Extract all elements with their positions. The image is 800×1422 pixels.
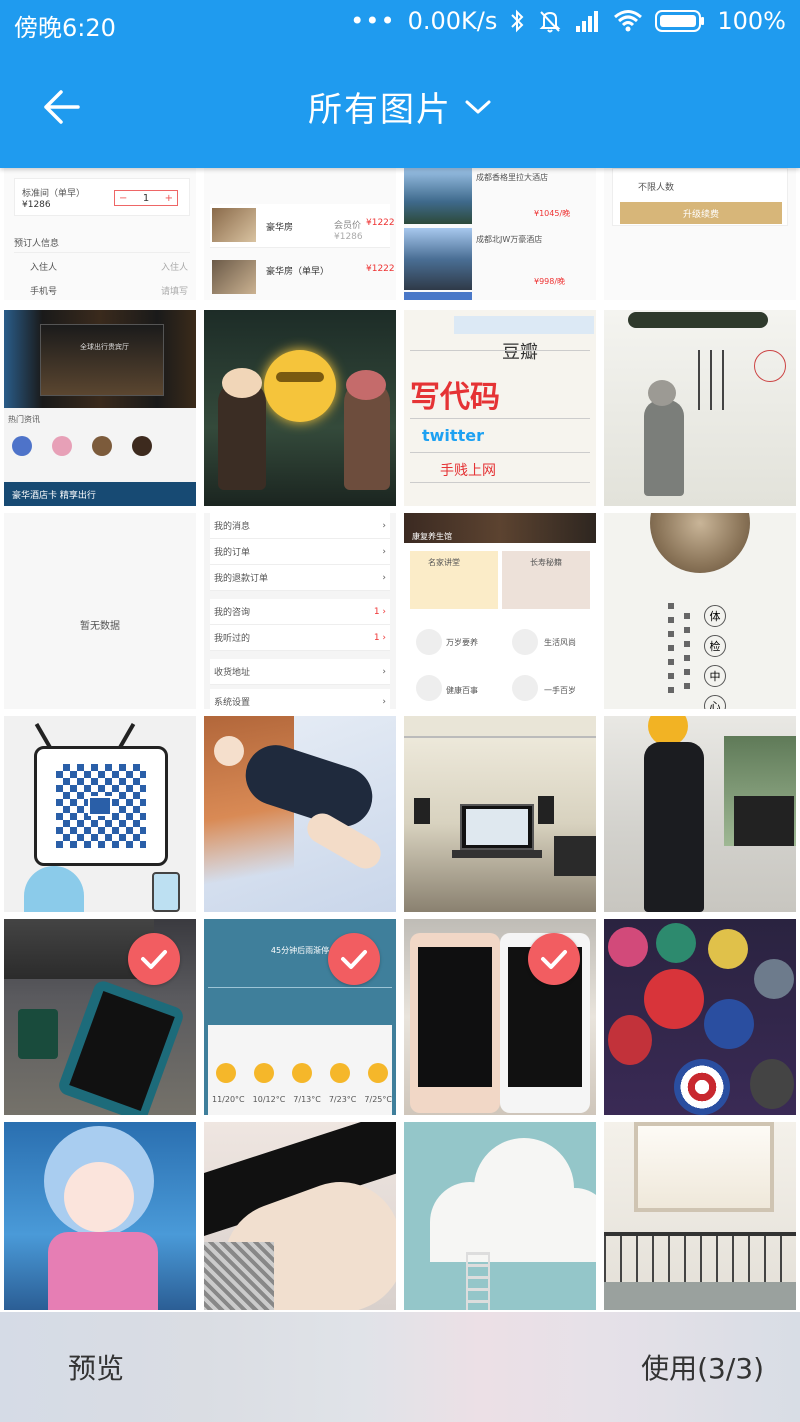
photo-thumbnail[interactable] (604, 310, 796, 506)
selected-check-icon[interactable] (328, 933, 380, 985)
selected-check-icon[interactable] (128, 933, 180, 985)
network-speed: 0.00K/s (407, 7, 498, 35)
photo-grid: 标准间（单早） ¥1286 −1 + 预订人信息 入住人 入住人 手机号 请填写 … (0, 168, 800, 1322)
photo-thumbnail[interactable] (404, 716, 596, 912)
page-title: 所有图片 (308, 90, 452, 130)
more-notifications-icon: ••• (350, 7, 396, 35)
bluetooth-icon (509, 6, 525, 36)
photo-thumbnail[interactable]: 康复养生馆 名家讲堂 长寿秘籍 万岁要养 生活风尚 健康百事 一手百岁 (404, 513, 596, 709)
photo-thumbnail[interactable]: 成都香格里拉大酒店 ¥1045/晚 成都北JW万豪酒店 ¥998/晚 (404, 168, 596, 300)
photo-thumbnail[interactable]: 不限人数 升级续费 (604, 168, 796, 300)
image-picker-screen: 傍晚6:20 ••• 0.00K/s 100% 所有图片 标准间（单早） ¥12… (0, 0, 800, 1422)
photo-thumbnail[interactable]: 标准间（单早） ¥1286 −1 + 预订人信息 入住人 入住人 手机号 请填写 (4, 168, 196, 300)
app-header: 傍晚6:20 ••• 0.00K/s 100% 所有图片 (0, 0, 800, 168)
battery-level: 100% (717, 7, 786, 35)
status-indicators: ••• 0.00K/s 100% (350, 6, 786, 36)
photo-thumbnail[interactable]: 45分钟后雨渐停 11/20°C 10/12°C 7/13°C 7/23°C 7… (204, 919, 396, 1115)
photo-thumbnail[interactable]: 全球出行贵宾厅 热门资讯 豪华酒店卡 精享出行 (4, 310, 196, 506)
photo-thumbnail[interactable]: 豪华房 会员价 ¥1222 ¥1286 豪华房（单早） ¥1222 (204, 168, 396, 300)
photo-thumbnail[interactable] (604, 1122, 796, 1310)
selected-check-icon[interactable] (528, 933, 580, 985)
preview-button[interactable]: 预览 (68, 1347, 124, 1387)
signal-icon (575, 6, 601, 36)
photo-thumbnail[interactable] (204, 716, 396, 912)
photo-thumbnail[interactable]: 写代码 豆瓣 twitter 手贱上网 (404, 310, 596, 506)
photo-thumbnail[interactable]: 暂无数据 (4, 513, 196, 709)
photo-thumbnail[interactable]: 我的消息 › 我的订单 › 我的退款订单 › 我的咨询 1 › 我听过的 1 › 收货地址… (204, 513, 396, 709)
photo-thumbnail[interactable]: 体 检 中 心 (604, 513, 796, 709)
battery-icon (655, 6, 705, 36)
chevron-down-icon (464, 97, 492, 117)
photo-thumbnail[interactable] (204, 1122, 396, 1310)
photo-thumbnail[interactable] (204, 310, 396, 506)
photo-thumbnail[interactable] (404, 919, 596, 1115)
photo-thumbnail[interactable] (4, 1122, 196, 1310)
status-bar: 傍晚6:20 ••• 0.00K/s 100% (0, 0, 800, 46)
wifi-icon (613, 6, 643, 36)
photo-thumbnail[interactable] (404, 1122, 596, 1310)
photo-thumbnail[interactable] (4, 919, 196, 1115)
use-selected-button[interactable]: 使用(3/3) (641, 1347, 764, 1387)
photo-thumbnail[interactable] (604, 919, 796, 1115)
bottom-action-bar: 预览 使用(3/3) (0, 1312, 800, 1422)
bell-off-icon (537, 6, 563, 36)
photo-thumbnail[interactable] (4, 716, 196, 912)
toolbar: 所有图片 (0, 46, 800, 168)
album-selector[interactable]: 所有图片 (0, 82, 800, 131)
status-time: 傍晚6:20 (14, 14, 116, 42)
photo-thumbnail[interactable] (604, 716, 796, 912)
